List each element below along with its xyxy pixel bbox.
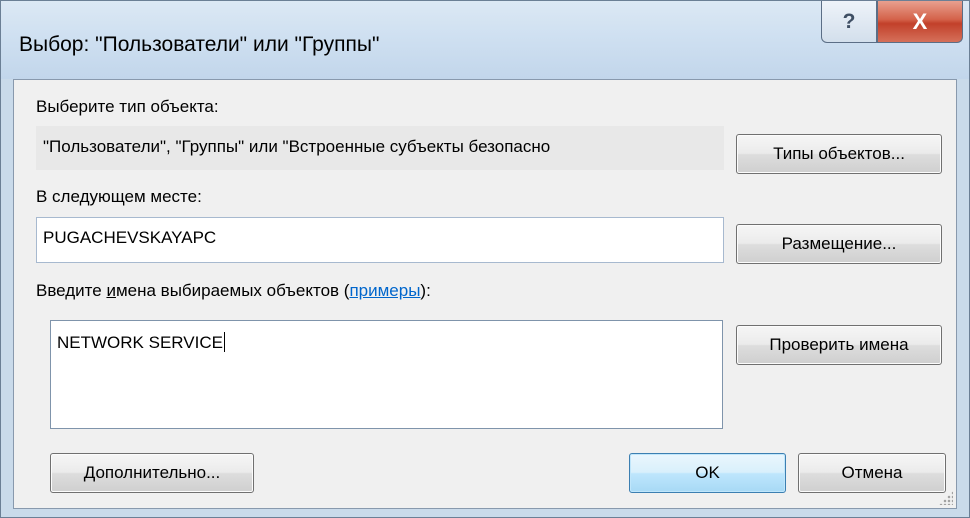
text-caret — [223, 332, 225, 352]
question-mark-icon: ? — [842, 9, 856, 33]
locations-button[interactable]: Размещение... — [736, 224, 942, 264]
object-type-field: "Пользователи", "Группы" или "Встроенные… — [36, 126, 724, 170]
help-button[interactable]: ? — [821, 1, 877, 43]
location-label: В следующем месте: — [36, 187, 202, 206]
dialog-title: Выбор: "Пользователи" или "Группы" — [19, 33, 380, 56]
object-names-input[interactable]: NETWORK SERVICE — [50, 320, 723, 429]
select-users-dialog: Выбор: "Пользователи" или "Группы" ? X В… — [0, 0, 970, 518]
location-field: PUGACHEVSKAYAPC — [36, 217, 724, 263]
examples-link[interactable]: примеры — [349, 281, 420, 300]
title-bar[interactable]: Выбор: "Пользователи" или "Группы" ? X — [1, 1, 969, 79]
dialog-body: Выберите тип объекта: "Пользователи", "Г… — [13, 79, 957, 509]
ok-button[interactable]: OK — [629, 453, 786, 493]
close-button[interactable]: X — [877, 1, 963, 43]
enter-names-label: Введите имена выбираемых объектов (приме… — [36, 281, 431, 300]
resize-grip[interactable] — [939, 491, 953, 505]
cancel-button[interactable]: Отмена — [798, 453, 946, 493]
object-type-label: Выберите тип объекта: — [36, 97, 219, 116]
check-names-button[interactable]: Проверить имена — [736, 325, 942, 365]
object-types-button[interactable]: Типы объектов... — [736, 134, 942, 174]
close-icon: X — [912, 8, 928, 34]
advanced-button[interactable]: Дополнительно... — [50, 453, 254, 493]
